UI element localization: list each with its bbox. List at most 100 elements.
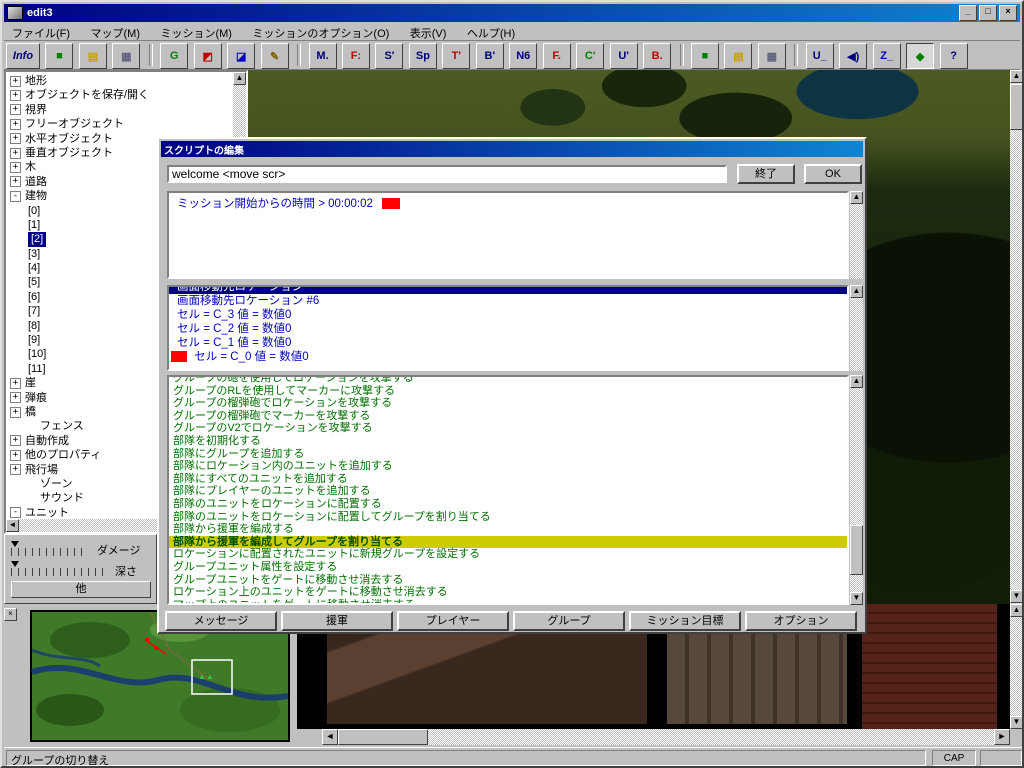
menu-mission[interactable]: ミッション(M) — [152, 22, 240, 44]
tool-c-icon[interactable]: C' — [576, 43, 604, 69]
map-vscrollbar[interactable]: ▲ ▼ — [1010, 70, 1024, 604]
close-button[interactable]: × — [999, 5, 1017, 21]
condition-vscrollbar[interactable]: ▲ — [850, 191, 863, 279]
tree-expand-icon[interactable]: + — [10, 464, 21, 475]
palette-hscroll-thumb[interactable] — [338, 729, 428, 745]
command-row[interactable]: グループのV2でロケーションを攻撃する — [169, 422, 847, 435]
units-icon[interactable]: U_ — [806, 43, 834, 69]
tree-expand-icon[interactable]: + — [10, 392, 21, 403]
scroll-up-icon[interactable]: ▲ — [850, 191, 863, 204]
tree-expand-icon[interactable]: + — [10, 76, 21, 87]
tree-expand-icon[interactable]: + — [10, 176, 21, 187]
tree-expand-icon[interactable]: + — [10, 407, 21, 418]
command-row[interactable]: グループのRLを使用してマーカーに攻撃する — [169, 385, 847, 398]
random-red-icon[interactable]: ◩ — [194, 43, 222, 69]
scroll-down-icon[interactable]: ▼ — [1010, 590, 1023, 603]
command-row[interactable]: グループユニットをゲートに移動させ消去する — [169, 574, 847, 587]
scroll-up-icon[interactable]: ▲ — [850, 375, 863, 388]
tool-s-icon[interactable]: S' — [375, 43, 403, 69]
tool-f2-icon[interactable]: F. — [543, 43, 571, 69]
tree-item-free-object[interactable]: +フリーオブジェクト — [6, 117, 246, 131]
menu-map[interactable]: マップ(M) — [83, 22, 149, 44]
tab-reinforcement-button[interactable]: 援軍 — [281, 611, 393, 631]
command-row[interactable]: ロケーション上のユニットをゲートに移動させ消去する — [169, 586, 847, 599]
tab-options-button[interactable]: オプション — [745, 611, 857, 631]
command-row[interactable]: 部隊にグループを追加する — [169, 448, 847, 461]
tree-item-terrain[interactable]: +地形 — [6, 74, 246, 88]
command-row[interactable]: グループの榴弾砲でロケーションを攻撃する — [169, 397, 847, 410]
command-row[interactable]: 部隊にすべてのユニットを追加する — [169, 473, 847, 486]
slider-thumb[interactable] — [11, 561, 19, 567]
damage-slider[interactable] — [11, 541, 83, 556]
tree-expand-icon[interactable] — [10, 480, 19, 489]
other-button[interactable]: 他 — [11, 581, 151, 598]
scroll-up-icon[interactable]: ▲ — [850, 285, 863, 298]
tree-expand-icon[interactable]: + — [10, 119, 21, 130]
action-row[interactable]: セル = C_1 値 = 数値0 — [169, 336, 847, 350]
save-mission-icon[interactable]: ▦ — [758, 43, 786, 69]
command-row[interactable]: 部隊から援軍を編成する — [169, 523, 847, 536]
tool-b2-icon[interactable]: B. — [643, 43, 671, 69]
menu-mission-options[interactable]: ミッションのオプション(O) — [244, 22, 397, 44]
command-row[interactable]: 部隊にロケーション内のユニットを追加する — [169, 460, 847, 473]
new-mission-icon[interactable]: ■ — [691, 43, 719, 69]
condition-row[interactable]: ミッション開始からの時間 > 00:00:02 — [169, 193, 847, 211]
script-name-input[interactable] — [167, 165, 727, 183]
random-blue-icon[interactable]: ◪ — [227, 43, 255, 69]
scroll-up-icon[interactable]: ▲ — [233, 72, 246, 85]
command-row-clipped-top[interactable]: グループの砲を使用してロケーションを攻撃する — [169, 375, 847, 385]
tool-b1-icon[interactable]: B' — [476, 43, 504, 69]
info-icon[interactable]: Info — [6, 43, 40, 69]
tree-expand-icon[interactable]: + — [10, 90, 21, 101]
command-row[interactable]: 部隊のユニットをロケーションに配置する — [169, 498, 847, 511]
command-list[interactable]: グループの砲を使用してロケーションを攻撃する グループのRLを使用してマーカーに… — [167, 375, 849, 605]
maximize-button[interactable]: □ — [979, 5, 997, 21]
zones-icon[interactable]: Z_ — [873, 43, 901, 69]
action-row[interactable]: セル = C_3 値 = 数値0 — [169, 308, 847, 322]
open-folder-icon[interactable]: ▤ — [79, 43, 107, 69]
ok-button[interactable]: OK — [804, 164, 862, 184]
palette-vscrollbar[interactable]: ▲ ▼ — [1010, 604, 1024, 729]
tree-item-visibility[interactable]: +視界 — [6, 103, 246, 117]
tree-expand-icon[interactable] — [10, 422, 19, 431]
speaker-icon[interactable]: ◀) — [839, 43, 867, 69]
command-row[interactable]: グループの榴弾砲でマーカーを攻撃する — [169, 410, 847, 423]
command-vscrollbar[interactable]: ▲ ▼ — [850, 375, 863, 605]
menu-help[interactable]: ヘルプ(H) — [459, 22, 523, 44]
action-row[interactable]: セル = C_2 値 = 数値0 — [169, 322, 847, 336]
scroll-down-icon[interactable]: ▼ — [850, 592, 863, 605]
tree-expand-icon[interactable]: + — [10, 435, 21, 446]
help-icon[interactable]: ? — [940, 43, 968, 69]
exit-button[interactable]: 終了 — [737, 164, 795, 184]
tree-expand-icon[interactable]: + — [10, 162, 21, 173]
scroll-up-icon[interactable]: ▲ — [1010, 604, 1023, 617]
palette-hscrollbar[interactable]: ◄ ► — [322, 729, 1010, 745]
menu-view[interactable]: 表示(V) — [402, 22, 455, 44]
tree-item-save-open-object[interactable]: +オブジェクトを保存/開く — [6, 88, 246, 102]
scroll-down-icon[interactable]: ▼ — [1010, 716, 1023, 729]
scroll-left-icon[interactable]: ◄ — [6, 519, 19, 532]
tab-group-button[interactable]: グループ — [513, 611, 625, 631]
map-vscroll-thumb[interactable] — [1010, 84, 1023, 130]
command-row[interactable]: グループユニット属性を設定する — [169, 561, 847, 574]
tree-expand-icon[interactable]: - — [10, 507, 21, 518]
action-list[interactable]: 画面移動先ロケーション 画面移動先ロケーション #6 セル = C_3 値 = … — [167, 285, 849, 371]
scroll-right-icon[interactable]: ► — [994, 729, 1010, 745]
tool-t-icon[interactable]: T' — [442, 43, 470, 69]
command-row[interactable]: 部隊にプレイヤーのユニットを追加する — [169, 485, 847, 498]
action-row-marked[interactable]: セル = C_0 値 = 数値0 — [169, 350, 847, 364]
open-mission-icon[interactable]: ▤ — [724, 43, 752, 69]
command-row[interactable]: 部隊のユニットをロケーションに配置してグループを割り当てる — [169, 511, 847, 524]
command-row[interactable]: 部隊を初期化する — [169, 435, 847, 448]
depth-slider[interactable] — [11, 561, 103, 576]
tool-f1-icon[interactable]: F: — [342, 43, 370, 69]
command-vscroll-thumb[interactable] — [850, 525, 863, 575]
menu-file[interactable]: ファイル(F) — [4, 22, 78, 44]
tab-message-button[interactable]: メッセージ — [165, 611, 277, 631]
minimap-close-icon[interactable]: × — [4, 608, 17, 621]
action-row[interactable]: 画面移動先ロケーション #6 — [169, 294, 847, 308]
map-generate-icon[interactable]: G — [160, 43, 188, 69]
new-map-icon[interactable]: ■ — [45, 43, 73, 69]
tool-u-icon[interactable]: U' — [610, 43, 638, 69]
action-row-selected-clipped[interactable]: 画面移動先ロケーション — [169, 285, 847, 294]
